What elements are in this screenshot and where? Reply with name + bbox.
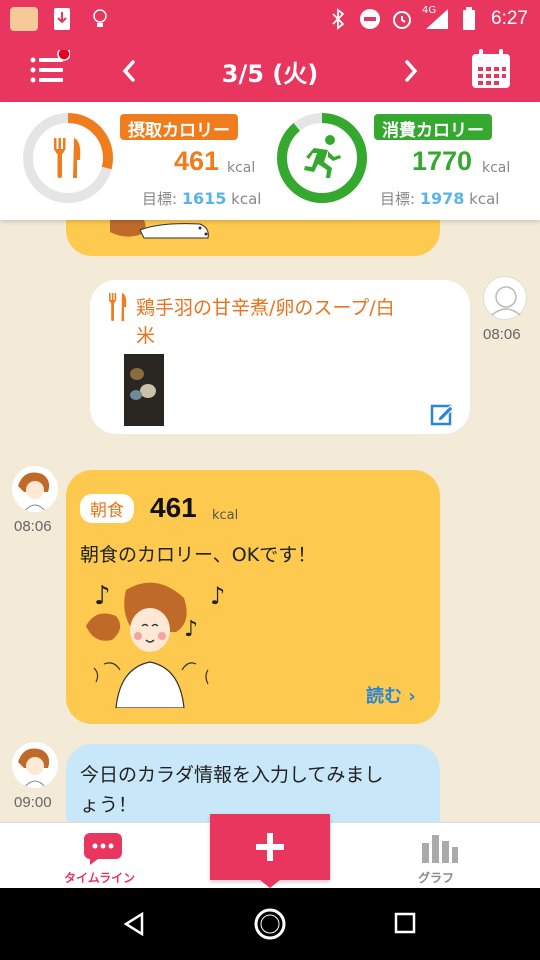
- chevron-right-icon: [405, 60, 418, 82]
- nurse-avatar-icon: [18, 472, 50, 512]
- calorie-summary: 摂取カロリー 461 kcal 目標: 1615 kcal 消費カロリー 177…: [0, 102, 540, 220]
- fork-knife-icon: [109, 293, 127, 321]
- burned-value: 1770: [412, 146, 473, 176]
- meal-post-text-line1: 鶏手羽の甘辛煮/卵のスープ/白: [136, 297, 395, 319]
- advice2-time: 09:00: [14, 794, 52, 811]
- date-title[interactable]: 3/5 (火): [170, 54, 370, 89]
- advice2-message-line1: 今日のカラダ情報を入力してみまし: [80, 764, 384, 786]
- svg-text:♪: ♪: [94, 581, 111, 611]
- burned-label: 消費カロリー: [374, 114, 492, 141]
- burned-ring: [276, 112, 368, 204]
- burned-goal-unit: kcal: [469, 190, 500, 208]
- next-day-button[interactable]: [396, 56, 426, 86]
- prev-day-button[interactable]: [114, 56, 144, 86]
- intake-label: 摂取カロリー: [120, 114, 238, 141]
- calendar-button[interactable]: [470, 48, 512, 90]
- recents-icon[interactable]: [392, 910, 420, 938]
- status-bar: 4G 6:27: [0, 0, 540, 36]
- meal-post-bubble[interactable]: 鶏手羽の甘辛煮/卵のスープ/白 米: [90, 280, 470, 434]
- alarm-icon: [393, 11, 411, 29]
- nav-graph-label: グラフ: [418, 871, 455, 885]
- read-more-label: 読む: [366, 686, 402, 707]
- nav-timeline[interactable]: タイムライン: [56, 831, 148, 887]
- burned-unit: kcal: [482, 160, 511, 176]
- calendar-icon: [472, 49, 510, 88]
- user-avatar[interactable]: [483, 276, 527, 320]
- intake-ring: [22, 112, 114, 204]
- intake-value: 461: [174, 146, 220, 176]
- bluetooth-icon: [332, 8, 345, 30]
- download-icon: [54, 8, 70, 30]
- home-icon[interactable]: [252, 906, 288, 942]
- body-info-prompt-bubble[interactable]: 今日のカラダ情報を入力してみまし ょう！: [66, 744, 440, 822]
- bar-chart-icon: [422, 835, 458, 863]
- button-pointer: [260, 880, 280, 888]
- advice-time: 08:06: [14, 518, 52, 535]
- menu-icon: [30, 47, 71, 83]
- intake-unit: kcal: [227, 160, 256, 176]
- nurse-illustration: ♪ ♪ ♪: [86, 581, 225, 708]
- fork-knife-icon: [54, 138, 81, 178]
- clock: 6:27: [491, 8, 528, 29]
- system-nav-bar: [0, 888, 540, 960]
- edit-icon[interactable]: [430, 402, 454, 426]
- nurse-illustration: [110, 220, 209, 239]
- advisor-avatar: [12, 466, 58, 512]
- burned-goal-prefix: 目標:: [380, 190, 416, 208]
- signal-icon: [426, 9, 448, 29]
- back-icon[interactable]: [120, 910, 148, 938]
- post-time: 08:06: [483, 326, 521, 343]
- advice-unit: kcal: [212, 508, 239, 523]
- read-more-link[interactable]: 読む ›: [366, 682, 416, 708]
- advice-bubble[interactable]: 朝食 461 kcal 朝食のカロリー、OKです！ ♪ ♪ ♪ 読む ›: [66, 470, 440, 724]
- burned-goal-value: 1978: [419, 189, 465, 208]
- menu-button[interactable]: [26, 47, 71, 90]
- previous-message-bubble[interactable]: [66, 220, 440, 256]
- app-avatar-icon: [10, 7, 38, 31]
- add-record-button[interactable]: [210, 814, 330, 888]
- running-person-icon: [304, 135, 341, 178]
- timeline[interactable]: 鶏手羽の甘辛煮/卵のスープ/白 米 08:06 08:06 朝食 461 kca…: [0, 220, 540, 822]
- chevron-right-icon: ›: [408, 686, 416, 707]
- nurse-avatar-icon: [18, 748, 50, 788]
- intake-goal-value: 1615: [181, 189, 227, 208]
- burned-goal: 目標: 1978 kcal: [380, 188, 499, 209]
- meal-post-text-line2: 米: [136, 325, 156, 347]
- do-not-disturb-icon: [360, 9, 380, 29]
- advisor-avatar: [12, 742, 58, 788]
- intake-goal: 目標: 1615 kcal: [142, 188, 261, 209]
- svg-text:♪: ♪: [210, 582, 225, 610]
- app-bar: 3/5 (火): [0, 36, 540, 102]
- advice-calories: 461: [150, 492, 197, 523]
- meal-photo[interactable]: [124, 354, 164, 426]
- chat-bubble-icon: [84, 833, 122, 865]
- plus-icon: [256, 833, 284, 861]
- user-icon: [491, 286, 521, 316]
- meal-post-text: 鶏手羽の甘辛煮/卵のスープ/白 米: [136, 294, 395, 350]
- svg-text:♪: ♪: [184, 617, 198, 642]
- advice2-message: 今日のカラダ情報を入力してみまし ょう！: [80, 760, 383, 820]
- advice-message: 朝食のカロリー、OKです！: [80, 544, 317, 566]
- chevron-left-icon: [122, 60, 135, 82]
- meal-type-tag: 朝食: [80, 494, 134, 523]
- intake-goal-unit: kcal: [231, 190, 262, 208]
- nav-graph[interactable]: グラフ: [400, 831, 480, 887]
- lightbulb-icon: [93, 9, 107, 27]
- intake-goal-prefix: 目標:: [142, 190, 178, 208]
- nav-timeline-label: タイムライン: [64, 871, 136, 885]
- battery-icon: [463, 7, 475, 30]
